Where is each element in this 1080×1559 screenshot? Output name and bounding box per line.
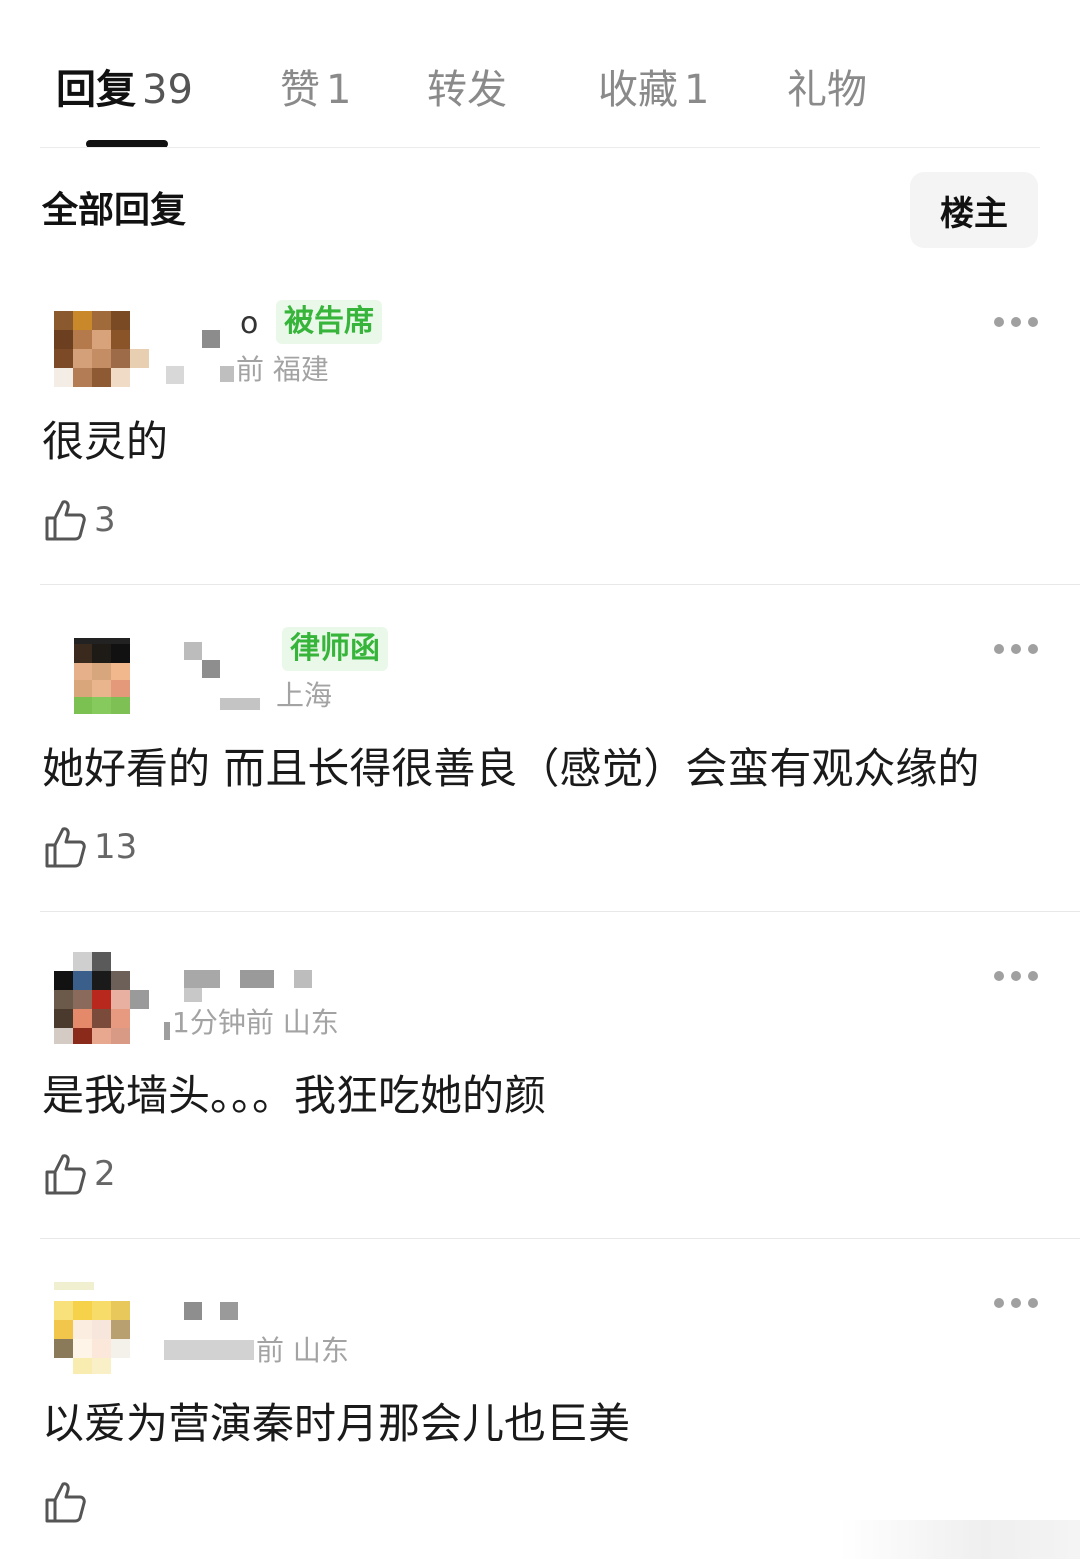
like-button[interactable]: 13 (44, 825, 137, 869)
tab-likes[interactable]: 赞1 (280, 62, 351, 118)
avatar[interactable] (54, 952, 150, 1044)
tab-favorites[interactable]: 收藏 1 (598, 62, 709, 118)
comment-text: 是我墙头。。。我狂吃她的颜 (42, 1071, 547, 1120)
comment-divider (40, 1238, 1080, 1239)
tab-label: 转发 (427, 67, 507, 113)
comment-meta: 上海 (276, 679, 333, 712)
thumbs-up-icon (45, 1482, 86, 1523)
like-button[interactable]: 2 (44, 1152, 116, 1196)
like-count: 3 (94, 500, 116, 540)
comment-divider (40, 584, 1080, 585)
tab-gifts[interactable]: 礼物 (787, 62, 867, 118)
comment-text: 以爱为营演秦时月那会儿也巨美 (42, 1399, 631, 1448)
comment-meta: 前 山东 (256, 1334, 349, 1367)
section-title: 全部回复 (42, 190, 187, 231)
like-count: 2 (94, 1154, 116, 1194)
tab-label: 礼物 (787, 67, 867, 113)
bottom-watermark-fade (840, 1520, 1080, 1559)
more-dots-icon[interactable] (994, 1293, 1042, 1313)
more-dots-icon[interactable] (994, 639, 1042, 659)
tab-divider (40, 147, 1040, 148)
thumbs-up-icon (45, 827, 86, 868)
like-button[interactable] (44, 1480, 94, 1524)
tab-count: 39 (142, 67, 193, 113)
tab-replies[interactable]: 回复 39 (56, 62, 193, 118)
tab-reposts[interactable]: 转发 (427, 62, 507, 118)
username[interactable]: o (240, 306, 258, 342)
avatar[interactable] (54, 1282, 150, 1374)
tab-label: 回复 (56, 67, 136, 113)
comment-meta: 前 福建 (236, 353, 329, 386)
comment-meta: 1分钟前 山东 (172, 1006, 339, 1039)
more-dots-icon[interactable] (994, 312, 1042, 332)
user-badge: 被告席 (276, 300, 382, 344)
comment-text: 很灵的 (42, 417, 169, 466)
avatar[interactable] (54, 628, 150, 714)
user-badge: 律师函 (282, 627, 388, 671)
tab-label: 赞 (280, 67, 320, 113)
tab-count: 1 (326, 67, 352, 113)
tab-bar: 回复 39 赞1 转发 收藏 1 礼物 (0, 0, 1080, 150)
tab-count: 1 (684, 67, 710, 113)
like-count: 13 (94, 827, 138, 867)
thumbs-up-icon (45, 1154, 86, 1195)
comment-divider (40, 911, 1080, 912)
like-button[interactable]: 3 (44, 498, 116, 542)
tab-label: 收藏 (598, 67, 678, 113)
avatar[interactable] (54, 311, 150, 395)
more-dots-icon[interactable] (994, 966, 1042, 986)
op-only-filter-button[interactable]: 楼主 (910, 172, 1038, 248)
comment-text: 她好看的 而且长得很善良（感觉）会蛮有观众缘的 (42, 744, 980, 793)
thumbs-up-icon (45, 500, 86, 541)
